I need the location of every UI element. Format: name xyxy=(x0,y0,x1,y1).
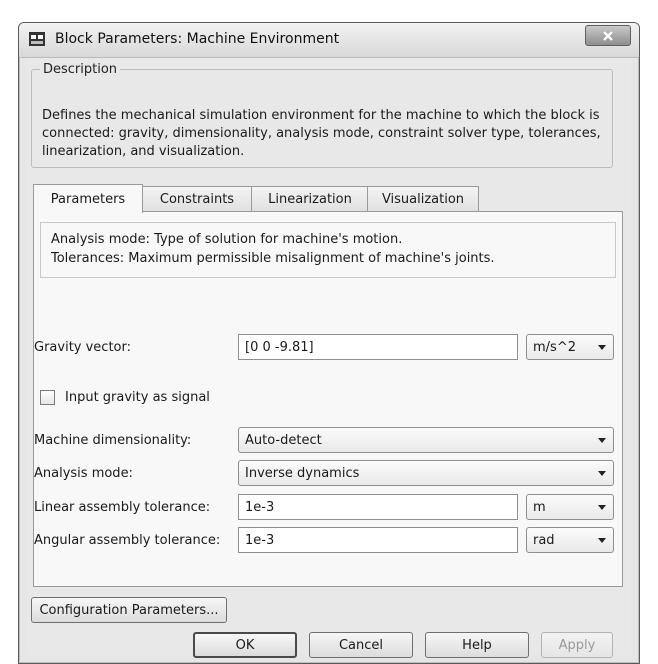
description-legend: Description xyxy=(43,62,118,77)
input-gravity-signal-row[interactable]: Input gravity as signal xyxy=(40,390,210,405)
title-bar[interactable]: Block Parameters: Machine Environment xyxy=(19,23,639,58)
ok-button[interactable]: OK xyxy=(193,632,297,658)
configuration-parameters-button[interactable]: Configuration Parameters... xyxy=(31,597,227,623)
gravity-vector-label: Gravity vector: xyxy=(34,340,131,355)
gravity-unit-select[interactable]: m/s^2 xyxy=(526,334,614,360)
analysis-mode-select[interactable]: Inverse dynamics xyxy=(238,460,614,486)
info-box: Analysis mode: Type of solution for mach… xyxy=(40,222,616,278)
chevron-down-icon xyxy=(598,471,606,476)
chevron-down-icon xyxy=(598,538,606,543)
input-gravity-signal-checkbox[interactable] xyxy=(40,390,55,405)
gravity-unit-value: m/s^2 xyxy=(533,339,576,355)
analysis-mode-label: Analysis mode: xyxy=(34,466,133,481)
info-line-analysis: Analysis mode: Type of solution for mach… xyxy=(51,232,403,247)
tab-linearization[interactable]: Linearization xyxy=(251,186,369,211)
analysis-mode-value: Inverse dynamics xyxy=(245,465,360,481)
cancel-button[interactable]: Cancel xyxy=(309,632,413,658)
apply-button[interactable]: Apply xyxy=(541,632,613,658)
dimensionality-select[interactable]: Auto-detect xyxy=(238,427,614,453)
close-x-icon xyxy=(603,30,613,41)
dimensionality-value: Auto-detect xyxy=(245,432,322,448)
dialog-body: Description Defines the mechanical simul… xyxy=(27,58,631,658)
input-gravity-signal-label: Input gravity as signal xyxy=(65,390,210,405)
tab-parameters[interactable]: Parameters xyxy=(33,184,143,213)
help-button[interactable]: Help xyxy=(425,632,529,658)
tab-constraints[interactable]: Constraints xyxy=(141,186,253,211)
close-button[interactable] xyxy=(585,25,631,46)
linear-tolerance-unit-select[interactable]: m xyxy=(526,494,614,520)
angular-tolerance-unit-select[interactable]: rad xyxy=(526,527,614,553)
chevron-down-icon xyxy=(598,345,606,350)
description-text: Defines the mechanical simulation enviro… xyxy=(42,108,601,159)
angular-tolerance-input[interactable]: 1e-3 xyxy=(238,527,518,553)
simulink-block-icon xyxy=(29,32,45,46)
gravity-vector-input[interactable]: [0 0 -9.81] xyxy=(238,334,518,360)
linear-tolerance-label: Linear assembly tolerance: xyxy=(34,500,211,515)
block-parameters-dialog: Block Parameters: Machine Environment De… xyxy=(18,22,640,664)
chevron-down-icon xyxy=(598,438,606,443)
description-group: Description Defines the mechanical simul… xyxy=(31,62,613,168)
dimensionality-label: Machine dimensionality: xyxy=(34,433,192,448)
angular-tolerance-label: Angular assembly tolerance: xyxy=(34,533,221,548)
info-line-tolerances: Tolerances: Maximum permissible misalign… xyxy=(51,251,495,266)
angular-tolerance-unit-value: rad xyxy=(533,532,555,548)
linear-tolerance-unit-value: m xyxy=(533,499,546,515)
parameters-panel: Analysis mode: Type of solution for mach… xyxy=(33,211,623,587)
chevron-down-icon xyxy=(598,505,606,510)
linear-tolerance-input[interactable]: 1e-3 xyxy=(238,494,518,520)
window-title: Block Parameters: Machine Environment xyxy=(55,31,340,47)
tab-visualization[interactable]: Visualization xyxy=(367,186,479,211)
